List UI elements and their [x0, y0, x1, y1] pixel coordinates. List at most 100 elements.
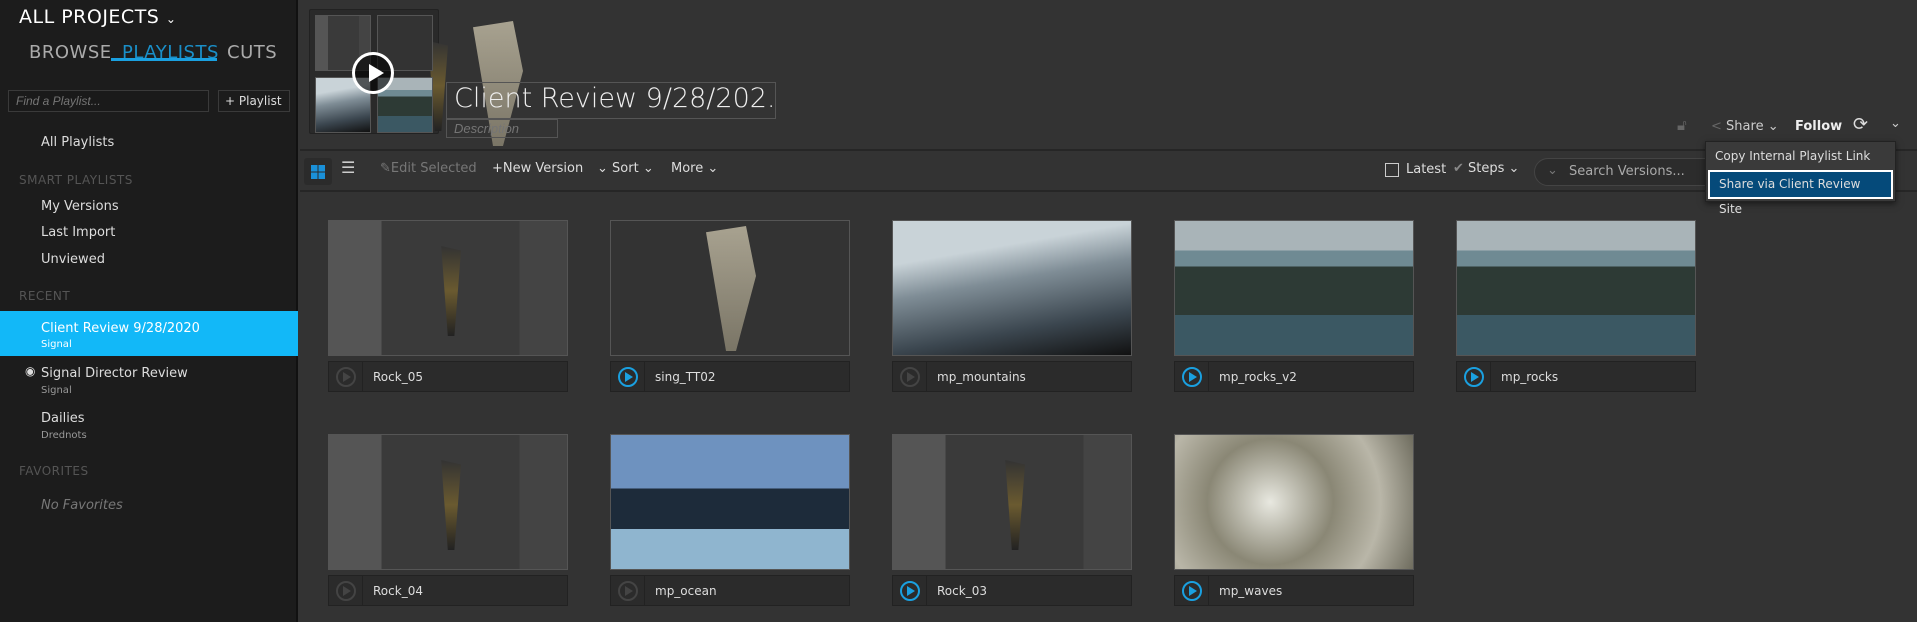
version-label: sing_TT02	[610, 361, 850, 392]
playlist-title-field[interactable]: Client Review 9/28/202...	[446, 82, 776, 119]
divider	[300, 190, 1917, 192]
version-thumbnail[interactable]	[1174, 434, 1414, 570]
play-icon	[899, 580, 920, 601]
version-name: mp_rocks	[1501, 369, 1559, 384]
play-button[interactable]	[1175, 362, 1209, 391]
chevron-down-icon: ⌄	[165, 12, 177, 26]
play-icon	[335, 366, 356, 387]
tab-cuts[interactable]: CUTS	[227, 42, 277, 63]
sidebar: ALL PROJECTS ⌄ BROWSE PLAYLISTS CUTS + P…	[0, 0, 298, 622]
find-playlist-input[interactable]	[8, 90, 209, 112]
check-circle-icon: ✔	[1453, 161, 1464, 176]
divider	[300, 149, 1917, 151]
share-button[interactable]: < Share ⌄	[1711, 119, 1779, 134]
edit-selected-button[interactable]: ✎Edit Selected	[380, 161, 477, 176]
version-card[interactable]: sing_TT02	[610, 220, 850, 392]
active-tab-underline	[111, 58, 217, 61]
sidebar-item-my-versions[interactable]: My Versions	[41, 199, 119, 214]
play-button[interactable]	[611, 362, 645, 391]
play-button[interactable]	[893, 362, 927, 391]
version-card[interactable]: mp_mountains	[892, 220, 1132, 392]
favorites-heading: FAVORITES	[19, 464, 89, 478]
play-playlist-button[interactable]	[352, 52, 394, 94]
play-icon	[617, 580, 638, 601]
pencil-icon: ✎	[380, 161, 391, 176]
version-name: mp_ocean	[655, 583, 717, 598]
sidebar-item-dailies[interactable]: Dailies	[41, 411, 85, 426]
no-favorites-text: No Favorites	[41, 498, 123, 513]
playlist-project: Signal	[41, 339, 72, 350]
version-name: Rock_05	[373, 369, 423, 384]
project-selector[interactable]: ALL PROJECTS ⌄	[19, 6, 176, 28]
chevron-down-icon: ⌄	[1547, 163, 1558, 178]
version-name: mp_rocks_v2	[1219, 369, 1297, 384]
version-thumbnail[interactable]	[328, 220, 568, 356]
latest-label: Latest	[1406, 162, 1447, 177]
version-thumbnail[interactable]	[1174, 220, 1414, 356]
play-icon	[899, 366, 920, 387]
description-field[interactable]	[446, 119, 558, 138]
play-icon	[1181, 580, 1202, 601]
version-thumbnail[interactable]	[610, 220, 850, 356]
version-label: Rock_05	[328, 361, 568, 392]
steps-button[interactable]: ✔ Steps ⌄	[1453, 161, 1519, 176]
signal-icon: ◉	[25, 364, 36, 378]
play-icon	[617, 366, 638, 387]
play-button[interactable]	[893, 576, 927, 605]
grid-icon	[311, 165, 325, 179]
sidebar-item-all-playlists[interactable]: All Playlists	[41, 135, 114, 150]
sidebar-item-last-import[interactable]: Last Import	[41, 225, 115, 240]
grid-view-button[interactable]	[304, 158, 332, 185]
recent-heading: RECENT	[19, 289, 71, 303]
version-label: mp_mountains	[892, 361, 1132, 392]
add-playlist-button[interactable]: + Playlist	[218, 90, 290, 112]
version-name: mp_mountains	[937, 369, 1026, 384]
version-card[interactable]: Rock_04	[328, 434, 568, 606]
version-thumbnail[interactable]	[328, 434, 568, 570]
play-icon	[1463, 366, 1484, 387]
version-label: mp_waves	[1174, 575, 1414, 606]
version-name: mp_waves	[1219, 583, 1283, 598]
version-thumbnail[interactable]	[892, 434, 1132, 570]
search-versions-input[interactable]: ⌄ Search Versions...	[1534, 158, 1734, 186]
follow-button[interactable]: Follow	[1795, 119, 1842, 134]
version-thumbnail[interactable]	[892, 220, 1132, 356]
playlist-project: Drednots	[41, 430, 87, 441]
version-card[interactable]: mp_ocean	[610, 434, 850, 606]
play-button[interactable]	[329, 362, 363, 391]
playlist-name: Client Review 9/28/2020	[41, 321, 200, 336]
sort-button[interactable]: ⌄ Sort ⌄	[597, 161, 654, 176]
sort-icon: ⌄	[597, 161, 608, 176]
version-thumbnail[interactable]	[1456, 220, 1696, 356]
play-button[interactable]	[1175, 576, 1209, 605]
version-card[interactable]: Rock_03	[892, 434, 1132, 606]
play-button[interactable]	[611, 576, 645, 605]
version-card[interactable]: mp_rocks	[1456, 220, 1696, 392]
version-card[interactable]: mp_rocks_v2	[1174, 220, 1414, 392]
version-label: mp_ocean	[610, 575, 850, 606]
sidebar-item-signal-director-review[interactable]: Signal Director Review	[41, 366, 188, 381]
header-menu-chevron-icon[interactable]: ⌄	[1890, 116, 1901, 131]
version-card[interactable]: mp_waves	[1174, 434, 1414, 606]
list-view-icon[interactable]: ☰	[341, 158, 355, 177]
play-button[interactable]	[1457, 362, 1491, 391]
refresh-icon[interactable]: ⟳	[1853, 114, 1868, 135]
menu-item-copy-internal-link[interactable]: Copy Internal Playlist Link	[1706, 142, 1895, 170]
share-icon: <	[1711, 119, 1722, 134]
menu-item-share-client-review[interactable]: Share via Client Review Site	[1708, 170, 1893, 216]
more-button[interactable]: More ⌄	[671, 161, 718, 176]
tab-browse[interactable]: BROWSE	[29, 42, 112, 63]
version-name: Rock_04	[373, 583, 423, 598]
latest-checkbox[interactable]	[1385, 163, 1399, 177]
version-label: mp_rocks_v2	[1174, 361, 1414, 392]
version-label: Rock_03	[892, 575, 1132, 606]
version-card[interactable]: Rock_05	[328, 220, 568, 392]
playlist-project: Signal	[41, 385, 72, 396]
version-thumbnail[interactable]	[610, 434, 850, 570]
play-icon	[1181, 366, 1202, 387]
sidebar-item-unviewed[interactable]: Unviewed	[41, 252, 105, 267]
play-button[interactable]	[329, 576, 363, 605]
unlock-icon[interactable]: 🔓︎	[1677, 116, 1687, 134]
new-version-button[interactable]: +New Version	[492, 161, 583, 176]
version-label: Rock_04	[328, 575, 568, 606]
